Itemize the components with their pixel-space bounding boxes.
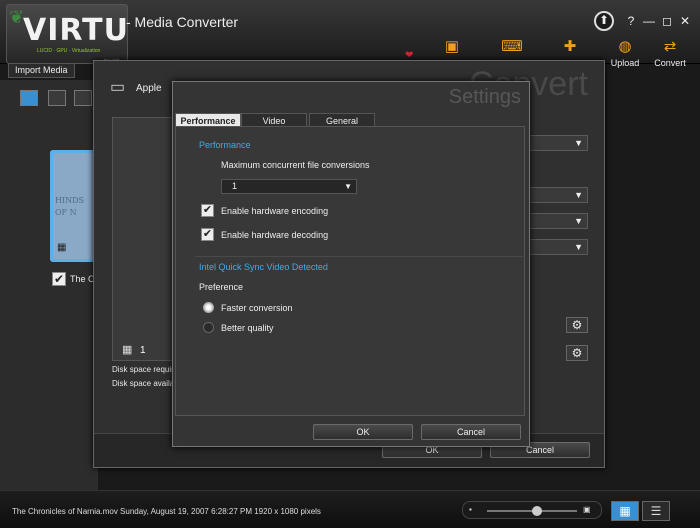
zoom-out-icon[interactable]: ▪ bbox=[469, 505, 481, 515]
list-view-button[interactable]: ☰ bbox=[642, 501, 670, 521]
hw-decoding-label: Enable hardware decoding bbox=[221, 230, 329, 240]
minimize-button[interactable]: — bbox=[640, 12, 658, 30]
globe-icon: ◍ bbox=[618, 38, 632, 55]
film-icon: ▦ bbox=[122, 344, 133, 356]
film-icon: ▦ bbox=[57, 242, 67, 253]
settings-cancel-button[interactable]: Cancel bbox=[421, 424, 521, 440]
disk-space-available: Disk space availab bbox=[112, 379, 179, 388]
max-conversions-label: Maximum concurrent file conversions bbox=[221, 160, 370, 170]
grid-view-button[interactable]: ▦ bbox=[611, 501, 639, 521]
zoom-in-icon[interactable]: ▣ bbox=[583, 505, 595, 515]
zoom-slider[interactable]: ▪ ▣ bbox=[462, 501, 602, 519]
thumbnail-view-icon[interactable] bbox=[20, 90, 38, 106]
logo-text: VIRTU bbox=[23, 13, 129, 48]
status-bar: The Chronicles of Narnia.mov Sunday, Aug… bbox=[0, 490, 700, 528]
zoom-handle[interactable] bbox=[531, 506, 542, 516]
gear-icon[interactable]: ⚙ bbox=[566, 317, 588, 333]
maximize-button[interactable]: ◻ bbox=[658, 12, 676, 30]
max-conversions-select[interactable]: 1 ▼ bbox=[221, 179, 357, 194]
hw-decoding-checkbox[interactable]: ✔ bbox=[201, 228, 214, 241]
convert-preview bbox=[112, 117, 176, 361]
media-thumbnail[interactable]: HINDS OF N ▦ bbox=[50, 150, 96, 262]
settings-dialog-footer: OK Cancel bbox=[175, 416, 525, 446]
tab-import-media[interactable]: Import Media bbox=[8, 64, 75, 78]
laptop-icon: ▭ bbox=[110, 79, 126, 96]
file-info: The Chronicles of Narnia.mov Sunday, Aug… bbox=[12, 507, 321, 516]
media-item-checkbox[interactable]: ✔ bbox=[52, 272, 66, 286]
disk-space-required: Disk space requir bbox=[112, 365, 174, 374]
faster-conversion-radio[interactable] bbox=[203, 302, 214, 313]
laptop-icon: ⌨ bbox=[501, 38, 523, 55]
close-button[interactable]: ✕ bbox=[676, 12, 694, 30]
faster-conversion-label: Faster conversion bbox=[221, 303, 293, 313]
quicksync-header: Intel Quick Sync Video Detected bbox=[199, 262, 328, 272]
title-bar: ❦ VIRTU LUCID · GPU · Virtualization by … bbox=[0, 0, 700, 68]
settings-dialog: Settings Performance Video General Perfo… bbox=[172, 81, 530, 447]
app-title: - Media Converter bbox=[126, 14, 239, 30]
gamepad-icon: ✚ bbox=[563, 38, 577, 55]
settings-ok-button[interactable]: OK bbox=[313, 424, 413, 440]
performance-header: Performance bbox=[199, 140, 251, 150]
upgrade-button[interactable]: ⬆ bbox=[594, 11, 614, 31]
media-panel: HINDS OF N ▦ ✔ The Ch bbox=[0, 80, 100, 490]
chevron-down-icon: ▼ bbox=[344, 182, 352, 191]
arrows-icon: ⇄ bbox=[663, 38, 677, 55]
dragon-icon: ❦ bbox=[9, 7, 25, 27]
convert-button[interactable]: ⇄ Convert bbox=[648, 38, 692, 78]
section-divider bbox=[195, 256, 523, 257]
better-quality-radio[interactable] bbox=[203, 322, 214, 333]
handheld-icon: ▣ bbox=[444, 38, 460, 55]
settings-dialog-title: Settings bbox=[448, 86, 521, 108]
max-conversions-value: 1 bbox=[232, 181, 238, 191]
upload-button[interactable]: ◍ Upload bbox=[603, 38, 647, 78]
device-name: Apple bbox=[136, 83, 162, 94]
thumbnail-title: HINDS OF N bbox=[55, 196, 85, 217]
help-button[interactable]: ? bbox=[622, 12, 640, 30]
filmstrip-view-icon[interactable] bbox=[48, 90, 66, 106]
logo-tagline: LUCID · GPU · Virtualization bbox=[37, 48, 101, 54]
preference-label: Preference bbox=[199, 282, 244, 292]
gear-icon[interactable]: ⚙ bbox=[566, 345, 588, 361]
image-view-icon[interactable] bbox=[74, 90, 92, 106]
better-quality-label: Better quality bbox=[221, 323, 274, 333]
hw-encoding-checkbox[interactable]: ✔ bbox=[201, 204, 214, 217]
app-logo: ❦ VIRTU LUCID · GPU · Virtualization by … bbox=[6, 4, 128, 64]
hw-encoding-label: Enable hardware encoding bbox=[221, 206, 329, 216]
file-count: 1 bbox=[140, 345, 146, 356]
